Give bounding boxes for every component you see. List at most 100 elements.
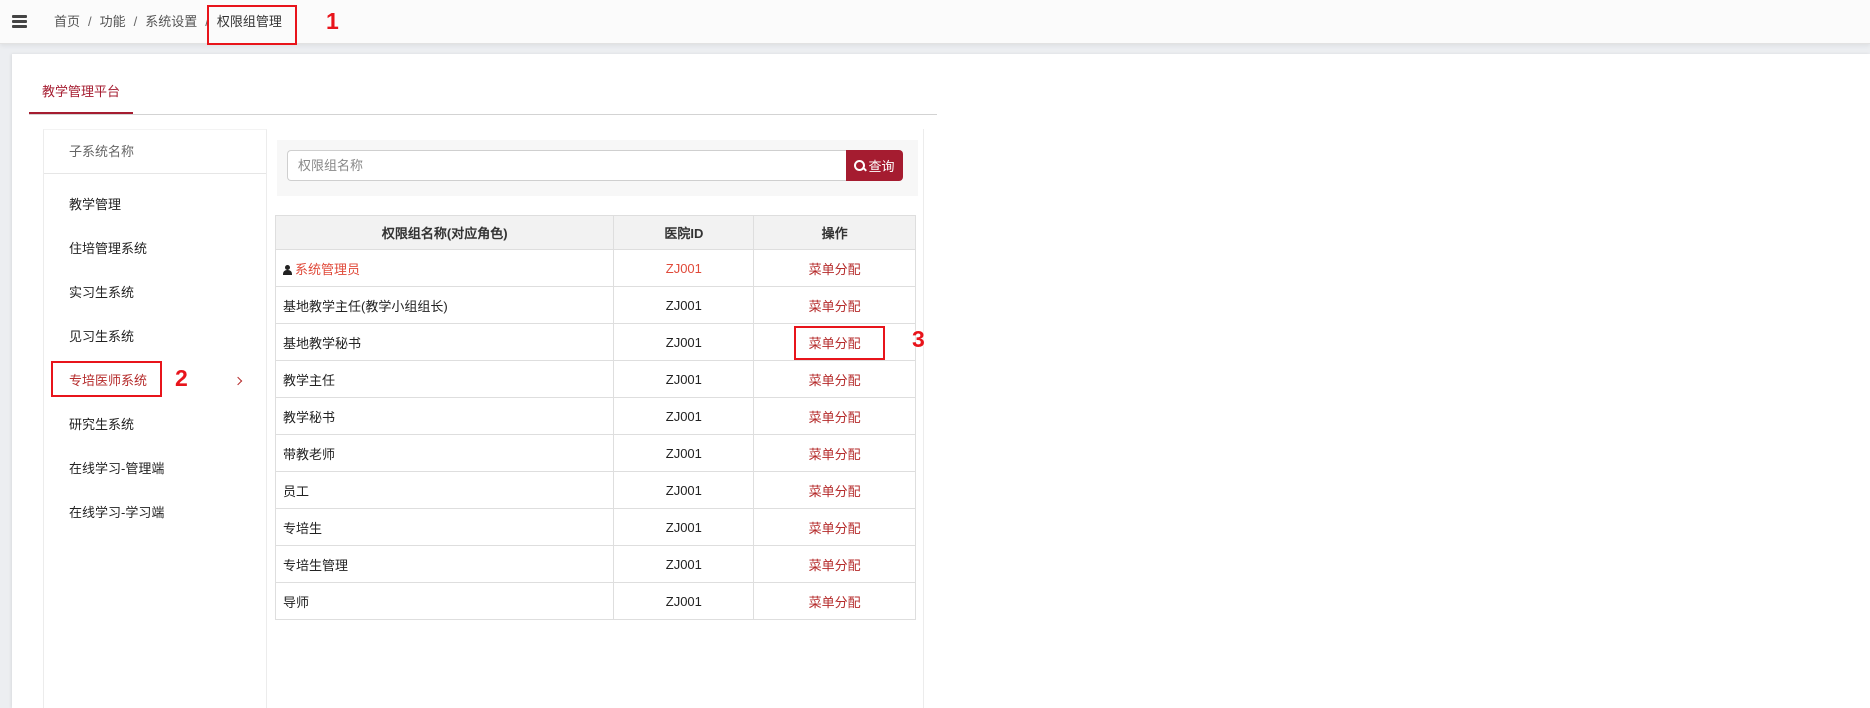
cell-role-name: 教学主任: [274, 360, 615, 398]
role-table: 权限组名称(对应角色) 医院ID 操作 系统管理员 ZJ001 菜单分配 基地教学主任…: [274, 215, 916, 620]
cell-hospital-id: ZJ001: [613, 508, 755, 546]
sidebar-item-label: 研究生系统: [69, 417, 135, 432]
cell-role-name: 导师: [274, 582, 615, 620]
annotation-number-3: 3: [912, 326, 925, 352]
sidebar-item-label: 在线学习-管理端: [69, 461, 165, 476]
search-button[interactable]: 查询: [846, 150, 903, 181]
sidebar-item[interactable]: 在线学习-管理端: [44, 447, 266, 491]
table-header-row: 权限组名称(对应角色) 医院ID 操作: [274, 215, 916, 250]
cell-role-name: 专培生管理: [274, 545, 615, 583]
column-header-role-name: 权限组名称(对应角色): [274, 215, 615, 250]
breadcrumb-separator: /: [88, 14, 92, 29]
sidebar-item[interactable]: 住培管理系统: [44, 227, 266, 271]
cell-hospital-id: ZJ001: [613, 545, 755, 583]
table-row: 员工 ZJ001 菜单分配: [274, 471, 916, 509]
cell-action: 菜单分配: [753, 397, 916, 435]
cell-hospital-id: ZJ001: [613, 434, 755, 472]
role-name-text: 系统管理员: [295, 261, 361, 277]
cell-action: 菜单分配: [753, 249, 916, 287]
sidebar-item-label: 实习生系统: [69, 285, 135, 300]
table-row: 专培生管理 ZJ001 菜单分配: [274, 545, 916, 583]
annotation-box-3: [794, 326, 885, 360]
menu-assign-link[interactable]: 菜单分配: [809, 484, 861, 499]
role-name-text: 专培生: [283, 520, 323, 536]
table-row: 系统管理员 ZJ001 菜单分配: [274, 249, 916, 287]
cell-hospital-id: ZJ001: [613, 323, 755, 361]
cell-action: 菜单分配: [753, 360, 916, 398]
sidebar-item-label: 见习生系统: [69, 329, 135, 344]
cell-role-name: 教学秘书: [274, 397, 615, 435]
menu-assign-link[interactable]: 菜单分配: [809, 299, 861, 314]
tab-strip: 教学管理平台: [29, 78, 937, 115]
menu-assign-link[interactable]: 菜单分配: [809, 558, 861, 573]
table-row: 教学秘书 ZJ001 菜单分配: [274, 397, 916, 435]
cell-role-name: 专培生: [274, 508, 615, 546]
annotation-number-2: 2: [175, 365, 188, 391]
menu-assign-link[interactable]: 菜单分配: [809, 410, 861, 425]
annotation-box-1: [207, 5, 297, 45]
sidebar-item[interactable]: 在线学习-学习端: [44, 491, 266, 535]
cell-action: 菜单分配: [753, 508, 916, 546]
cell-role-name: 系统管理员: [274, 249, 615, 287]
cell-action: 菜单分配: [753, 471, 916, 509]
sidebar-item[interactable]: 见习生系统: [44, 315, 266, 359]
table-row: 基地教学主任(教学小组组长) ZJ001 菜单分配: [274, 286, 916, 324]
cell-hospital-id: ZJ001: [613, 582, 755, 620]
column-header-action: 操作: [753, 215, 916, 250]
table-row: 带教老师 ZJ001 菜单分配: [274, 434, 916, 472]
cell-hospital-id: ZJ001: [613, 471, 755, 509]
cell-action: 菜单分配: [753, 434, 916, 472]
cell-role-name: 基地教学秘书: [274, 323, 615, 361]
breadcrumb-system-settings[interactable]: 系统设置: [145, 14, 197, 29]
table-body: 系统管理员 ZJ001 菜单分配 基地教学主任(教学小组组长) ZJ001 菜单分配 基地教…: [274, 249, 916, 620]
role-name-text: 基地教学主任(教学小组组长): [283, 298, 448, 314]
table-row: 教学主任 ZJ001 菜单分配: [274, 360, 916, 398]
column-header-hospital-id: 医院ID: [613, 215, 755, 250]
menu-assign-link[interactable]: 菜单分配: [809, 447, 861, 462]
annotation-number-1: 1: [326, 8, 339, 34]
search-button-label: 查询: [868, 159, 895, 174]
sidebar-item-label: 在线学习-学习端: [69, 505, 165, 520]
cell-hospital-id: ZJ001: [613, 397, 755, 435]
chevron-right-icon: [233, 376, 243, 386]
cell-role-name: 带教老师: [274, 434, 615, 472]
table-row: 专培生 ZJ001 菜单分配: [274, 508, 916, 546]
cell-action: 菜单分配: [753, 582, 916, 620]
menu-assign-link[interactable]: 菜单分配: [809, 262, 861, 277]
breadcrumb-home[interactable]: 首页: [54, 14, 80, 29]
role-name-text: 导师: [283, 594, 310, 610]
cell-hospital-id: ZJ001: [613, 360, 755, 398]
sidebar-list: 教学管理 住培管理系统 实习生系统 见习生系统 专培医师系统 研究生系统 在线学习-管理端在…: [44, 183, 266, 535]
breadcrumb-separator: /: [133, 14, 138, 29]
search-input[interactable]: [287, 150, 846, 181]
cell-role-name: 基地教学主任(教学小组组长): [274, 286, 615, 324]
breadcrumb-function[interactable]: 功能: [100, 14, 126, 29]
role-name-text: 教学主任: [283, 372, 336, 388]
cell-role-name: 员工: [274, 471, 615, 509]
role-name-text: 基地教学秘书: [283, 335, 362, 351]
role-name-text: 教学秘书: [283, 409, 336, 425]
cell-action: 菜单分配: [753, 286, 916, 324]
sidebar-item[interactable]: 研究生系统: [44, 403, 266, 447]
cell-hospital-id: ZJ001: [613, 249, 755, 287]
menu-assign-link[interactable]: 菜单分配: [809, 595, 861, 610]
role-name-text: 专培生管理: [283, 557, 349, 573]
search-icon: [854, 160, 866, 171]
user-icon: [283, 264, 292, 275]
role-name-text: 员工: [283, 483, 310, 499]
cell-action: 菜单分配: [753, 545, 916, 583]
annotation-box-2: [51, 361, 162, 397]
cell-hospital-id: ZJ001: [613, 286, 755, 324]
menu-assign-link[interactable]: 菜单分配: [809, 373, 861, 388]
sidebar-item[interactable]: 实习生系统: [44, 271, 266, 315]
role-name-text: 带教老师: [283, 446, 336, 462]
sidebar-item-label: 教学管理: [69, 197, 122, 212]
sidebar-item[interactable]: 教学管理: [44, 183, 266, 227]
hamburger-menu-icon[interactable]: [12, 15, 27, 28]
subsystem-sidebar: 子系统名称 教学管理 住培管理系统 实习生系统 见习生系统 专培医师系统 研究生系统 在线学…: [43, 129, 267, 708]
tab-teaching-platform[interactable]: 教学管理平台: [29, 78, 134, 114]
sidebar-header: 子系统名称: [44, 130, 266, 174]
table-row: 导师 ZJ001 菜单分配: [274, 582, 916, 620]
menu-assign-link[interactable]: 菜单分配: [809, 521, 861, 536]
sidebar-item-label: 住培管理系统: [69, 241, 148, 256]
